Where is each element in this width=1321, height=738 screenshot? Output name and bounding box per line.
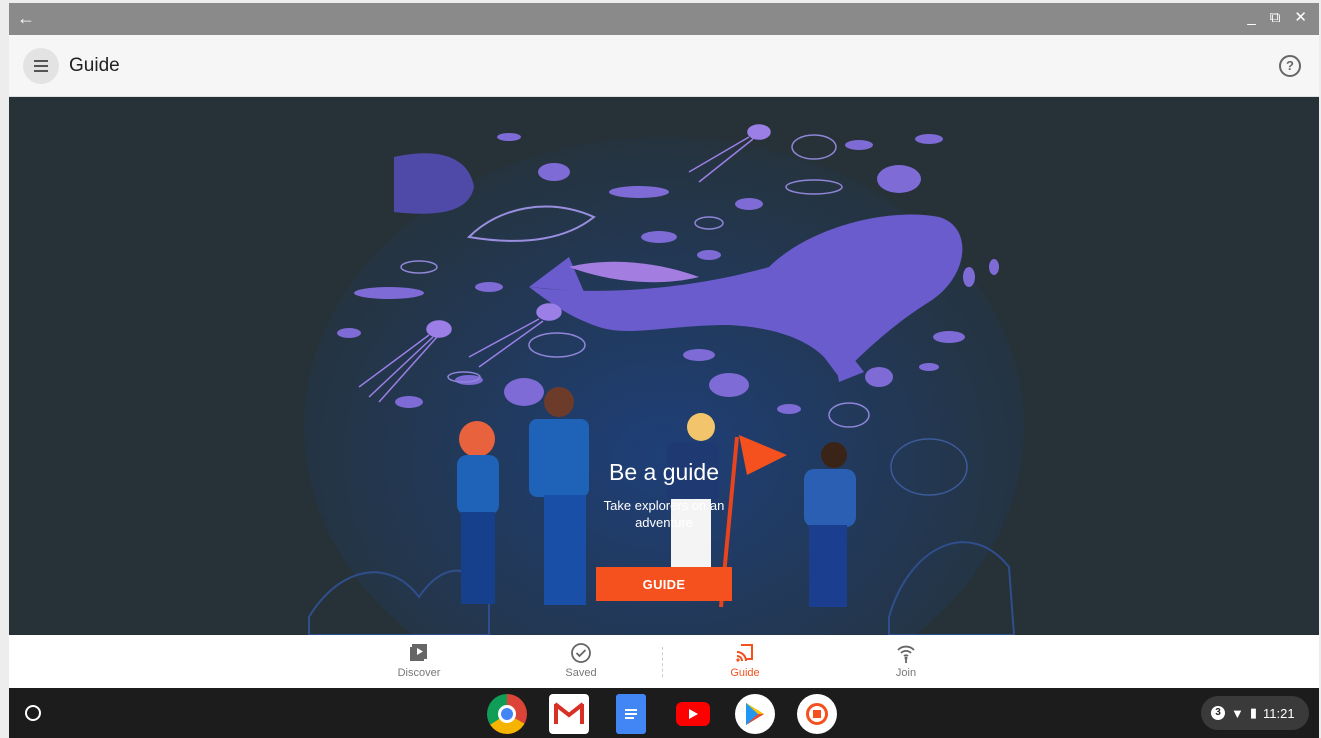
hero-subtitle-line2: adventure <box>635 515 693 530</box>
battery-icon: ▮ <box>1249 705 1258 720</box>
nav-item-join[interactable]: Join <box>866 641 946 679</box>
status-tray[interactable]: 3 ▼ ▮ 11:21 <box>1201 696 1309 730</box>
arrow-left-icon[interactable]: ← <box>17 8 35 28</box>
gmail-icon[interactable] <box>549 694 589 734</box>
launcher-icon[interactable] <box>25 705 41 721</box>
youtube-icon[interactable] <box>673 694 713 734</box>
aquarium-illustration <box>304 124 1024 635</box>
guide-hero: Be a guide Take explorers on an adventur… <box>9 97 1319 635</box>
hero-title: Be a guide <box>609 459 719 485</box>
window-title-bar: ← _ ⧉ ✕ <box>9 3 1319 35</box>
guide-button[interactable]: GUIDE <box>596 567 732 601</box>
docs-icon[interactable] <box>616 694 646 734</box>
app-dock <box>487 694 837 734</box>
wifi-icon: ▼ <box>1231 705 1244 721</box>
signal-icon <box>866 641 946 665</box>
window-controls: _ ⧉ ✕ <box>1247 9 1307 27</box>
nav-item-guide[interactable]: Guide <box>705 641 785 679</box>
restore-icon[interactable]: ⧉ <box>1270 9 1281 27</box>
expeditions-icon[interactable] <box>797 694 837 734</box>
play-library-icon <box>379 641 459 665</box>
nav-label-discover: Discover <box>397 667 441 679</box>
chrome-icon[interactable] <box>487 694 527 734</box>
clock-time: 11:21 <box>1263 705 1295 721</box>
help-icon[interactable]: ? <box>1279 55 1301 77</box>
app-window: ← _ ⧉ ✕ Guide ? Be a guide Take explorer… <box>0 0 1321 738</box>
notification-count-badge: 3 <box>1211 706 1225 720</box>
system-shelf: 3 ▼ ▮ 11:21 <box>9 688 1319 738</box>
play-store-icon[interactable] <box>735 694 775 734</box>
page-title: Guide <box>69 55 120 76</box>
nav-label-join: Join <box>895 667 917 679</box>
hero-subtitle-line1: Take explorers on an <box>603 498 725 513</box>
nav-item-saved[interactable]: Saved <box>541 641 621 679</box>
hamburger-menu-icon[interactable] <box>23 48 59 84</box>
minimize-icon[interactable]: _ <box>1247 9 1255 27</box>
bottom-navigation: Discover Saved Guide Join <box>9 635 1319 688</box>
nav-divider <box>662 647 663 677</box>
fish-icon <box>394 153 474 214</box>
nav-label-guide: Guide <box>730 667 760 679</box>
nav-label-saved: Saved <box>565 667 597 679</box>
guide-cast-icon <box>705 641 785 665</box>
close-icon[interactable]: ✕ <box>1294 9 1307 27</box>
hero-subtitle: Take explorers on an adventure <box>584 497 744 531</box>
app-toolbar: Guide ? <box>9 35 1319 97</box>
nav-item-discover[interactable]: Discover <box>379 641 459 679</box>
check-circle-icon <box>541 641 621 665</box>
